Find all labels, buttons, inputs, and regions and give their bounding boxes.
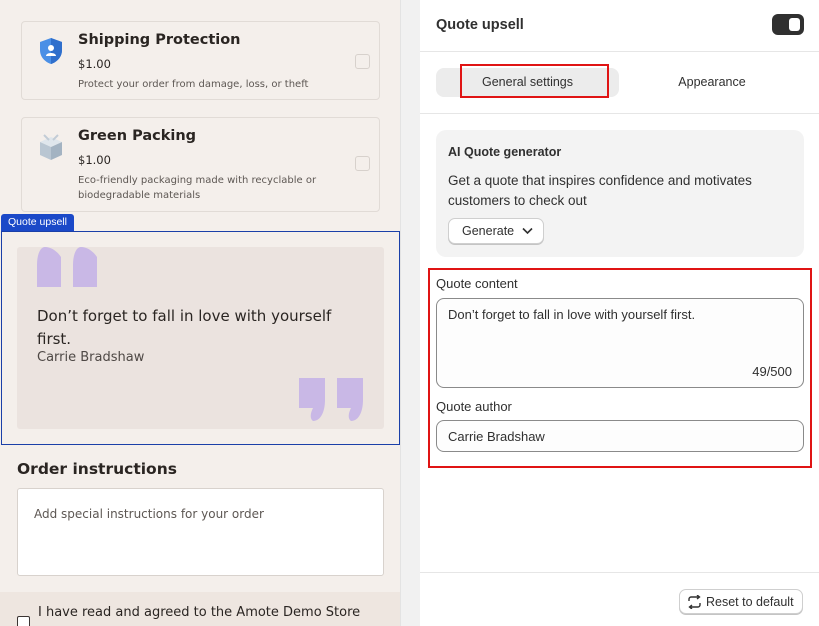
quote-content-textarea[interactable]: Don’t forget to fall in love with yourse… [436, 298, 804, 388]
product-card-shipping-protection[interactable]: Shipping Protection $1.00 Protect your o… [21, 21, 380, 100]
tab-appearance[interactable]: Appearance [632, 68, 792, 97]
quote-author: Carrie Bradshaw [37, 350, 145, 365]
ai-card-title: AI Quote generator [448, 145, 562, 159]
quote-open-icon [37, 247, 101, 294]
reset-icon [688, 595, 701, 609]
quote-block-tag: Quote upsell [1, 214, 74, 231]
quote-author-value: Carrie Bradshaw [448, 429, 545, 444]
product-checkbox[interactable] [355, 54, 370, 69]
highlight-box-tab [460, 64, 609, 98]
preview-divider [400, 0, 420, 626]
quote-author-label: Quote author [436, 399, 512, 414]
product-title: Green Packing [78, 128, 197, 144]
product-description: Eco-friendly packaging made with recycla… [78, 175, 317, 201]
agreement-text: I have read and agreed to the Amote Demo… [38, 605, 361, 620]
agreement-checkbox[interactable] [17, 616, 30, 626]
package-icon [36, 132, 66, 162]
panel-header: Quote upsell [420, 0, 819, 52]
quote-block[interactable]: Don’t forget to fall in love with yourse… [17, 247, 384, 429]
chevron-down-icon [522, 227, 533, 235]
ai-card-description: Get a quote that inspires confidence and… [448, 173, 752, 208]
enable-toggle[interactable] [772, 14, 804, 35]
agreement-row: I have read and agreed to the Amote Demo… [0, 592, 400, 626]
quote-content-value: Don’t forget to fall in love with yourse… [448, 307, 696, 322]
settings-panel: Quote upsell General settings Appearance… [420, 0, 819, 626]
quote-author-input[interactable]: Carrie Bradshaw [436, 420, 804, 452]
quote-text: Don’t forget to fall in love with yourse… [37, 307, 332, 348]
product-card-green-packing[interactable]: Green Packing $1.00 Eco-friendly packagi… [21, 117, 380, 212]
product-price: $1.00 [78, 153, 111, 167]
tab-label: Appearance [678, 75, 746, 89]
generate-button-label: Generate [462, 224, 515, 238]
product-price: $1.00 [78, 57, 111, 71]
quote-close-icon [299, 378, 365, 426]
order-instructions-textarea[interactable]: Add special instructions for your order [17, 488, 384, 576]
shield-icon [36, 36, 66, 66]
quote-content-label: Quote content [436, 276, 518, 291]
checkout-preview: Shipping Protection $1.00 Protect your o… [0, 0, 400, 626]
order-instructions-title: Order instructions [17, 460, 177, 478]
order-instructions-placeholder: Add special instructions for your order [34, 507, 264, 521]
reset-button-label: Reset to default [706, 595, 794, 609]
panel-footer: Reset to default [420, 572, 819, 626]
toggle-knob [789, 18, 800, 31]
character-counter: 49/500 [752, 364, 792, 379]
ai-quote-generator-card: AI Quote generator Get a quote that insp… [436, 130, 804, 257]
product-title: Shipping Protection [78, 32, 241, 48]
reset-to-default-button[interactable]: Reset to default [679, 589, 803, 614]
product-description: Protect your order from damage, loss, or… [78, 79, 309, 90]
generate-button[interactable]: Generate [448, 218, 544, 244]
panel-title: Quote upsell [436, 17, 524, 33]
product-checkbox[interactable] [355, 156, 370, 171]
tabs: General settings Appearance [420, 52, 819, 114]
